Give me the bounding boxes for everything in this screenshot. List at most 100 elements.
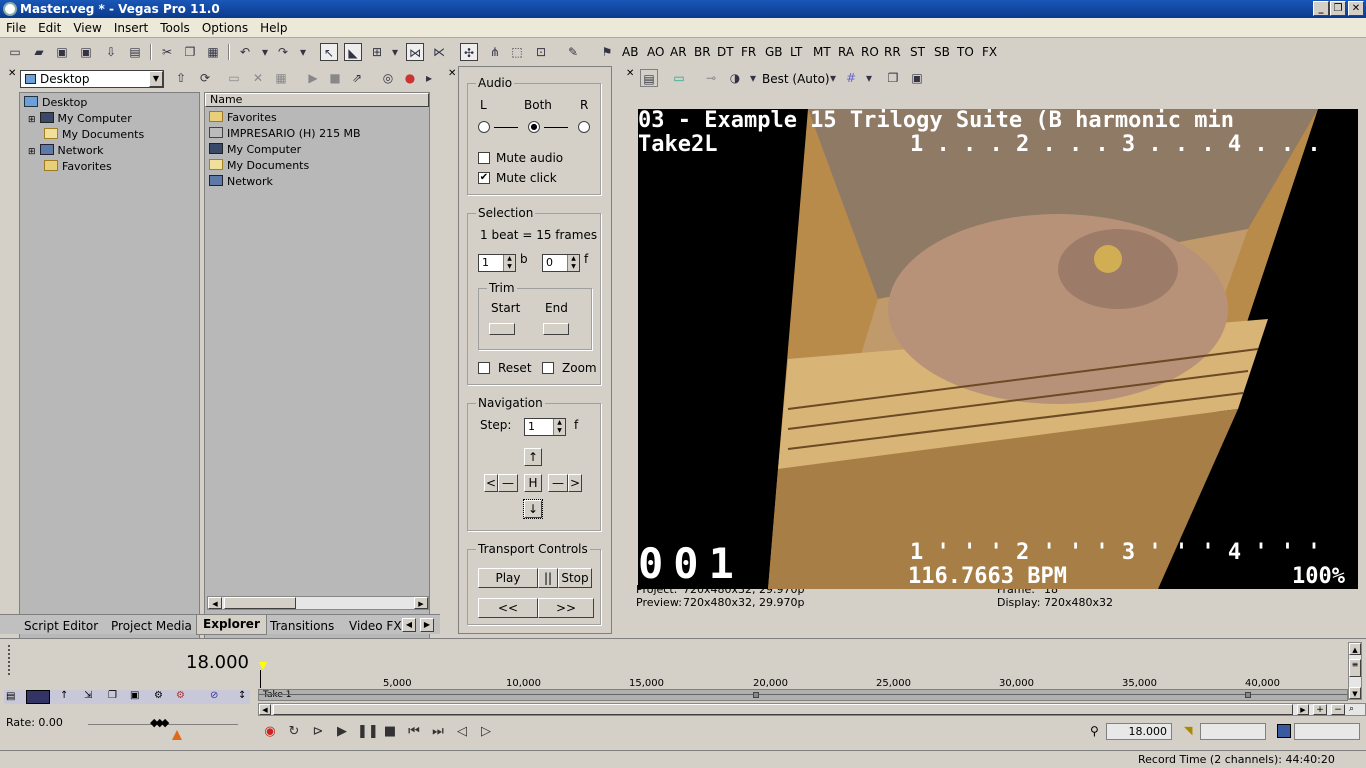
envelope-tool-icon[interactable]: ◣ xyxy=(344,43,362,61)
column-header-name[interactable]: Name xyxy=(205,93,429,107)
toolbar-label-ar[interactable]: AR xyxy=(670,45,687,59)
paste-icon[interactable]: ▦ xyxy=(204,43,222,61)
toolbar-label-st[interactable]: ST xyxy=(910,45,925,59)
toolbar-label-to[interactable]: TO xyxy=(957,45,974,59)
bypass-icon[interactable]: ⇲ xyxy=(84,690,92,701)
external-monitor-icon[interactable]: ▭ xyxy=(670,69,688,87)
expand-icon[interactable]: ⊞ xyxy=(28,147,36,157)
overlays-icon[interactable]: ◑ xyxy=(726,69,744,87)
menu-tools[interactable]: Tools xyxy=(154,18,196,38)
auto-crossfade-icon[interactable]: ⋉ xyxy=(430,43,448,61)
rewind-button[interactable]: << xyxy=(478,598,538,618)
dock-close-icon[interactable]: ✕ xyxy=(626,68,634,79)
snapping-icon[interactable]: ⋈ xyxy=(406,43,424,61)
ignore-grouping-icon[interactable]: ⋔ xyxy=(486,43,504,61)
tree-item-desktop[interactable]: Desktop xyxy=(20,95,199,111)
horizontal-scrollbar[interactable]: ◀ ▶ xyxy=(207,596,429,610)
lock-envelopes-icon[interactable]: ✣ xyxy=(460,43,478,61)
script-run-icon[interactable]: ⚑ xyxy=(598,43,616,61)
copy-snapshot-icon[interactable]: ❐ xyxy=(884,69,902,87)
toolbar-label-ab[interactable]: AB xyxy=(622,45,638,59)
toolbar-label-lt[interactable]: LT xyxy=(790,45,802,59)
record-icon[interactable]: ◉ xyxy=(261,724,279,740)
list-item[interactable]: My Computer xyxy=(209,142,429,158)
mute-audio-checkbox[interactable] xyxy=(478,152,490,164)
tree-item-my-documents[interactable]: My Documents xyxy=(20,127,199,143)
toolbar-label-rr[interactable]: RR xyxy=(884,45,901,59)
scroll-thumb[interactable]: ≡ xyxy=(1349,659,1361,677)
rate-center-marker-icon[interactable] xyxy=(172,730,182,740)
close-button[interactable]: ✕ xyxy=(1348,1,1364,16)
script-icon[interactable]: ✎ xyxy=(564,43,582,61)
play-from-start-icon[interactable]: ⊳ xyxy=(309,724,327,740)
fx-chain-icon[interactable]: ⚙ xyxy=(154,690,163,701)
more-icon[interactable]: ▸ xyxy=(420,69,438,87)
pause-icon[interactable]: ❚❚ xyxy=(357,724,379,740)
move-up-icon[interactable]: ↑ xyxy=(60,690,68,701)
dock-close-icon[interactable]: ✕ xyxy=(448,68,456,79)
views-icon[interactable]: ▦ xyxy=(272,69,290,87)
radio-left[interactable] xyxy=(478,121,490,133)
location-dropdown[interactable]: Desktop ▼ xyxy=(20,70,164,88)
region-track[interactable]: Take 1 xyxy=(258,689,1348,701)
toolbar-label-fx[interactable]: FX xyxy=(982,45,997,59)
go-to-start-icon[interactable]: ⏮ xyxy=(405,724,423,740)
pause-button[interactable]: || xyxy=(538,568,558,588)
auto-preview-icon[interactable]: ⇗ xyxy=(348,69,366,87)
zoom-checkbox[interactable] xyxy=(542,362,554,374)
zoom-in-icon[interactable]: + xyxy=(1313,704,1327,715)
tab-scroll-left-icon[interactable]: ◀ xyxy=(402,618,416,632)
scroll-left-icon[interactable]: ◀ xyxy=(208,597,222,609)
toolbar-label-ao[interactable]: AO xyxy=(647,45,664,59)
tab-scroll-right-icon[interactable]: ▶ xyxy=(420,618,434,632)
grid-icon[interactable]: # xyxy=(842,69,860,87)
split-screen-icon[interactable]: ⊸ xyxy=(702,69,720,87)
selection-tool-icon[interactable]: ⬚ xyxy=(508,43,526,61)
new-file-icon[interactable]: ▭ xyxy=(6,43,24,61)
normal-edit-tool-icon[interactable]: ↖ xyxy=(320,43,338,61)
ripple-dropdown-icon[interactable]: ▾ xyxy=(386,43,404,61)
play-button[interactable]: Play xyxy=(478,568,538,588)
drag-handle[interactable] xyxy=(8,645,10,675)
quality-dropdown-icon[interactable]: ▾ xyxy=(824,69,842,87)
up-folder-icon[interactable]: ⇧ xyxy=(172,69,190,87)
zoom-tool-icon[interactable]: ⊡ xyxy=(532,43,550,61)
get-media-web-icon[interactable]: ◎ xyxy=(379,69,397,87)
compositing-icon[interactable]: ❐ xyxy=(108,690,117,701)
redo-dropdown-icon[interactable]: ▾ xyxy=(294,43,312,61)
timeline-scrollbar[interactable]: ◀ ▶ + − ⌕ xyxy=(258,703,1366,716)
scroll-right-icon[interactable]: ▶ xyxy=(414,597,428,609)
chevron-down-icon[interactable]: ▼ xyxy=(149,71,163,87)
selection-start-field[interactable] xyxy=(1200,723,1266,740)
properties-icon[interactable]: ▤ xyxy=(126,43,144,61)
toolbar-label-ro[interactable]: RO xyxy=(861,45,879,59)
menu-view[interactable]: View xyxy=(67,18,107,38)
scroll-thumb[interactable] xyxy=(273,704,1293,715)
expand-icon[interactable]: ⊞ xyxy=(28,115,36,125)
stop-icon[interactable]: ■ xyxy=(381,724,399,740)
radio-both[interactable]: ● xyxy=(528,121,540,133)
menu-options[interactable]: Options xyxy=(196,18,254,38)
track-list-icon[interactable]: ▤ xyxy=(6,691,15,702)
selection-start-icon[interactable]: ◥ xyxy=(1184,724,1192,737)
no-icon[interactable]: ⊘ xyxy=(210,690,218,701)
track-view-icon[interactable] xyxy=(26,690,50,704)
minimize-button[interactable]: _ xyxy=(1313,1,1329,16)
loop-playback-icon[interactable]: ↻ xyxy=(285,724,303,740)
scroll-thumb[interactable] xyxy=(224,597,296,609)
play-icon[interactable]: ▶ xyxy=(333,724,351,740)
tree-item-my-computer[interactable]: ⊞ My Computer xyxy=(20,111,199,127)
scroll-left-icon[interactable]: ◀ xyxy=(259,704,271,715)
toolbar-label-mt[interactable]: MT xyxy=(813,45,831,59)
save-as-icon[interactable]: ▣ xyxy=(77,43,95,61)
frames-stepper[interactable]: 0 ▲ ▼ xyxy=(542,254,580,272)
region-handle[interactable] xyxy=(753,692,759,698)
motion-icon[interactable]: ▣ xyxy=(130,690,139,701)
playhead-marker-icon[interactable] xyxy=(259,662,267,670)
list-item[interactable]: IMPRESARIO (H) 215 MB xyxy=(209,126,429,142)
time-ruler[interactable] xyxy=(258,668,1348,688)
selection-length-field[interactable] xyxy=(1294,723,1360,740)
tree-item-favorites[interactable]: Favorites xyxy=(20,159,199,175)
toolbar-label-gb[interactable]: GB xyxy=(765,45,783,59)
zoom-tool-icon[interactable]: ⌕ xyxy=(1349,704,1354,714)
